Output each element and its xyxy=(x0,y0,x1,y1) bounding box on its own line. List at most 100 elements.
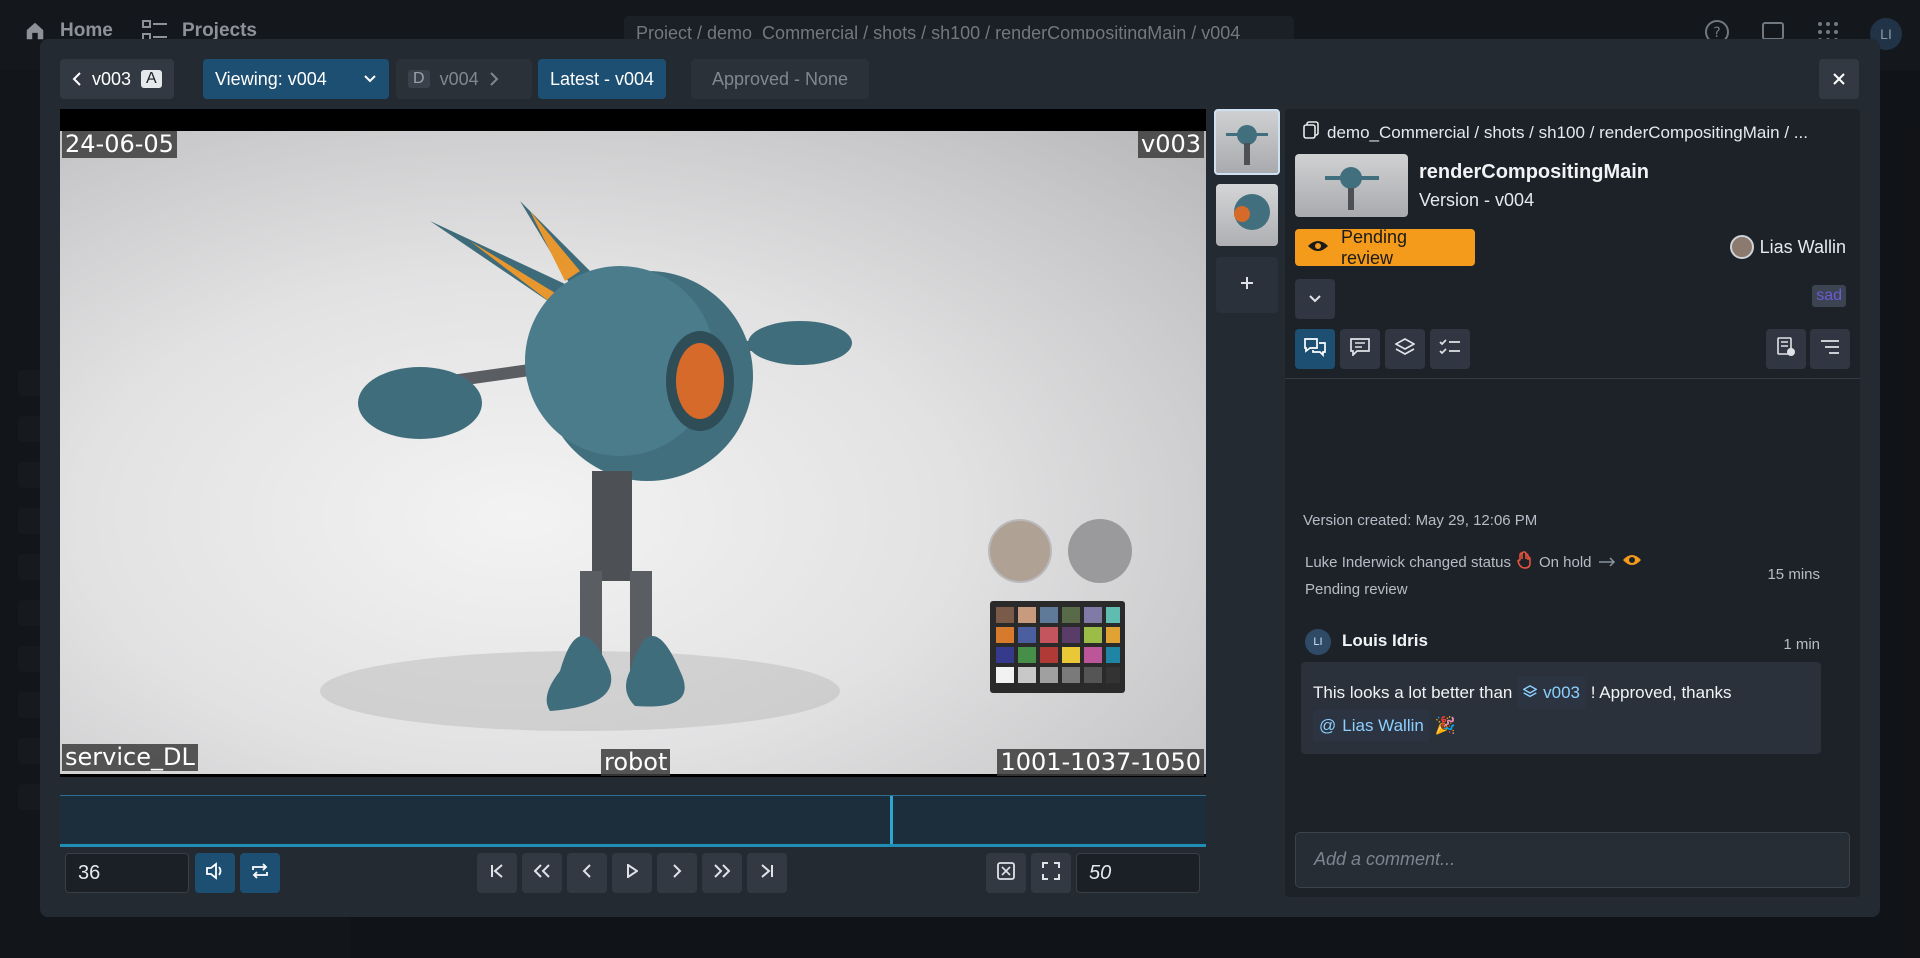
comment-placeholder: Add a comment... xyxy=(1314,849,1456,869)
tag-label: sad xyxy=(1816,287,1842,304)
viewing-version-label: Viewing: v004 xyxy=(215,68,327,89)
expand-details-button[interactable] xyxy=(1295,279,1335,319)
version-prefix: Version - xyxy=(1419,190,1496,210)
panel-divider xyxy=(1285,378,1860,379)
thumbnail-v003[interactable] xyxy=(1216,184,1278,246)
version-line: Version - v004 xyxy=(1419,190,1534,211)
fullscreen-button[interactable] xyxy=(1031,853,1071,893)
at-icon: @ xyxy=(1319,716,1337,735)
prev-version-button[interactable]: v003 A xyxy=(60,59,174,99)
comment-card: This looks a lot better than v003 ! Appr… xyxy=(1301,662,1821,754)
mention-label: Lias Wallin xyxy=(1342,716,1424,735)
double-chevron-left-icon xyxy=(533,863,551,883)
layers-icon xyxy=(1394,337,1416,361)
close-modal-button[interactable] xyxy=(1819,59,1859,99)
timeline-playhead[interactable] xyxy=(889,796,893,844)
copy-icon[interactable] xyxy=(1303,121,1319,144)
overlay-version: v003 xyxy=(1137,131,1204,158)
status-to: Pending review xyxy=(1305,581,1408,598)
versions-tab[interactable] xyxy=(1385,329,1425,369)
robot-render-image xyxy=(60,131,1206,774)
comments-tab[interactable] xyxy=(1340,329,1380,369)
tag-badge[interactable]: sad xyxy=(1812,285,1846,307)
prev-version-label: v003 xyxy=(92,68,132,89)
frame-input[interactable]: 36 xyxy=(65,853,189,893)
comment-author: Louis Idris xyxy=(1342,631,1428,650)
next-version-button[interactable]: D v004 xyxy=(396,59,532,99)
prev-frame-button[interactable] xyxy=(567,853,607,893)
audio-button[interactable] xyxy=(195,853,235,893)
skip-start-icon xyxy=(490,863,504,883)
timeline-scrubber[interactable] xyxy=(60,795,1206,847)
chevron-left-icon xyxy=(72,71,82,87)
media-viewer[interactable]: 24-06-05 v003 service_DL robot 1001-1037… xyxy=(60,109,1206,777)
status-label: Pending review xyxy=(1341,226,1408,268)
next-version-label: v004 xyxy=(439,68,479,89)
chevron-left-icon xyxy=(582,863,592,883)
version-value: v004 xyxy=(1495,190,1535,210)
assignee[interactable]: Lias Wallin xyxy=(1729,235,1846,259)
overlay-date: 24-06-05 xyxy=(62,131,177,158)
chevron-right-icon xyxy=(672,863,682,883)
filter-button[interactable] xyxy=(1810,329,1850,369)
checklist-icon xyxy=(1439,338,1461,361)
chevron-right-icon xyxy=(489,71,499,87)
chevron-down-icon xyxy=(363,74,377,84)
version-created-text: Version created: May 29, 12:06 PM xyxy=(1303,512,1538,529)
approved-version-button[interactable]: Approved - None xyxy=(691,59,869,99)
loop-button[interactable] xyxy=(240,853,280,893)
overlay-frames: 1001-1037-1050 xyxy=(997,749,1204,776)
hand-icon xyxy=(1517,551,1533,573)
comment-text-2: ! Approved, thanks xyxy=(1590,683,1732,702)
comment-text-1: This looks a lot better than xyxy=(1313,683,1513,702)
fast-forward-button[interactable] xyxy=(702,853,742,893)
viewing-version-dropdown[interactable]: Viewing: v004 xyxy=(203,59,389,99)
safe-area-icon xyxy=(997,861,1015,885)
status-from: On hold xyxy=(1538,553,1592,571)
next-frame-button[interactable] xyxy=(657,853,697,893)
fps-input-value: 50 xyxy=(1089,862,1112,884)
volume-icon xyxy=(205,861,225,885)
comment-avatar: LI xyxy=(1305,629,1331,655)
panel-path[interactable]: demo_Commercial / shots / sh100 / render… xyxy=(1303,121,1808,144)
note-add-icon xyxy=(1776,336,1796,362)
double-chevron-right-icon xyxy=(713,863,731,883)
status-change-row: Luke Inderwick changed status On hold xyxy=(1305,551,1642,573)
fps-input[interactable]: 50 xyxy=(1076,853,1200,893)
frame-input-value: 36 xyxy=(78,862,101,884)
comment-time: 1 min xyxy=(1783,636,1820,653)
sort-lines-icon xyxy=(1820,339,1840,360)
pending-eye-icon xyxy=(1622,553,1642,571)
overlay-service: service_DL xyxy=(62,744,198,771)
skip-end-icon xyxy=(760,863,774,883)
status-dropdown[interactable]: Pending review xyxy=(1295,226,1475,268)
status-change-actor: Luke Inderwick changed status xyxy=(1305,553,1511,571)
status-change-time: 15 mins xyxy=(1767,566,1820,583)
panel-path-text: demo_Commercial / shots / sh100 / render… xyxy=(1327,122,1808,142)
activity-feed-tab[interactable] xyxy=(1295,329,1335,369)
version-thumbnails xyxy=(1214,109,1280,319)
loop-icon xyxy=(250,862,270,885)
product-thumbnail xyxy=(1295,154,1408,217)
add-thumbnail-button[interactable] xyxy=(1216,257,1278,313)
add-note-button[interactable] xyxy=(1766,329,1806,369)
go-to-start-button[interactable] xyxy=(477,853,517,893)
comment-input[interactable]: Add a comment... xyxy=(1295,832,1850,888)
assignee-name: Lias Wallin xyxy=(1759,236,1846,257)
play-button[interactable] xyxy=(612,853,652,893)
rewind-button[interactable] xyxy=(522,853,562,893)
overlay-asset: robot xyxy=(601,749,671,776)
details-panel: demo_Commercial / shots / sh100 / render… xyxy=(1285,109,1860,897)
chat-bubbles-icon xyxy=(1304,337,1326,362)
checklists-tab[interactable] xyxy=(1430,329,1470,369)
latest-version-label: Latest - v004 xyxy=(550,68,655,89)
thumbnail-v004[interactable] xyxy=(1214,109,1280,175)
go-to-end-button[interactable] xyxy=(747,853,787,893)
assignee-avatar xyxy=(1729,235,1754,259)
mention-chip[interactable]: @ Lias Wallin xyxy=(1313,709,1430,742)
safe-area-button[interactable] xyxy=(986,853,1026,893)
prev-version-badge: A xyxy=(141,70,162,88)
latest-version-button[interactable]: Latest - v004 xyxy=(538,59,667,99)
version-ref-chip[interactable]: v003 xyxy=(1517,676,1586,709)
fullscreen-icon xyxy=(1042,861,1060,885)
